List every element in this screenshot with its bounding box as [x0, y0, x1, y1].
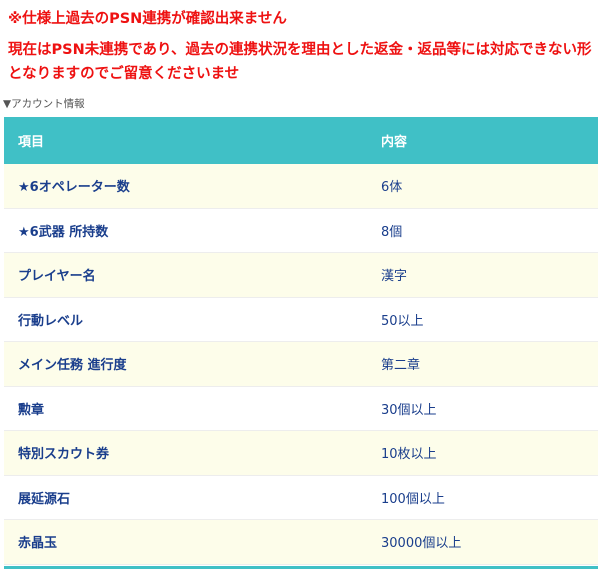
row-item: ★6オペレーター数 [4, 164, 367, 209]
row-value: 6体 [367, 164, 598, 209]
table-row: メイン任務 進行度 第二章 [4, 341, 598, 387]
row-value: 30000個以上 [367, 519, 598, 565]
table-row: プレイヤー名 漢字 [4, 252, 598, 298]
row-value: 8個 [367, 208, 598, 253]
row-value: 100個以上 [367, 475, 598, 520]
table-row: 勲章 30個以上 [4, 386, 598, 431]
account-info-table: 項目 内容 ★6オペレーター数 6体 ★6武器 所持数 8個 プレイヤー名 漢字… [4, 117, 598, 565]
table-body: ★6オペレーター数 6体 ★6武器 所持数 8個 プレイヤー名 漢字 行動レベル… [4, 164, 598, 565]
row-item: プレイヤー名 [4, 252, 367, 298]
row-item: 特別スカウト券 [4, 430, 367, 476]
header-value: 内容 [367, 117, 598, 164]
header-item: 項目 [4, 117, 367, 164]
table-row: 特別スカウト券 10枚以上 [4, 430, 598, 476]
row-value: 50以上 [367, 297, 598, 342]
table-header-row: 項目 内容 [4, 117, 598, 164]
table-row: ★6オペレーター数 6体 [4, 164, 598, 209]
table-row: 行動レベル 50以上 [4, 297, 598, 342]
row-item: メイン任務 進行度 [4, 341, 367, 387]
notice-body: 現在はPSN未連携であり、過去の連携状況を理由とした返金・返品等には対応できない… [8, 42, 592, 82]
table-row: 赤晶玉 30000個以上 [4, 519, 598, 565]
table-row: ★6武器 所持数 8個 [4, 208, 598, 253]
table-row: 展延源石 100個以上 [4, 475, 598, 520]
row-value: 30個以上 [367, 386, 598, 431]
row-item: 勲章 [4, 386, 367, 431]
row-item: 赤晶玉 [4, 519, 367, 565]
row-item: 展延源石 [4, 475, 367, 520]
row-item: ★6武器 所持数 [4, 208, 367, 253]
notice-title: ※仕様上過去のPSN連携が確認出来ません [8, 11, 287, 27]
row-value: 10枚以上 [367, 430, 598, 476]
row-value: 第二章 [367, 341, 598, 387]
section-label-account-info: ▼アカウント情報 [3, 98, 85, 110]
table-bottom-border [4, 566, 598, 569]
row-value: 漢字 [367, 252, 598, 298]
table-header: 項目 内容 [4, 117, 598, 164]
row-item: 行動レベル [4, 297, 367, 342]
